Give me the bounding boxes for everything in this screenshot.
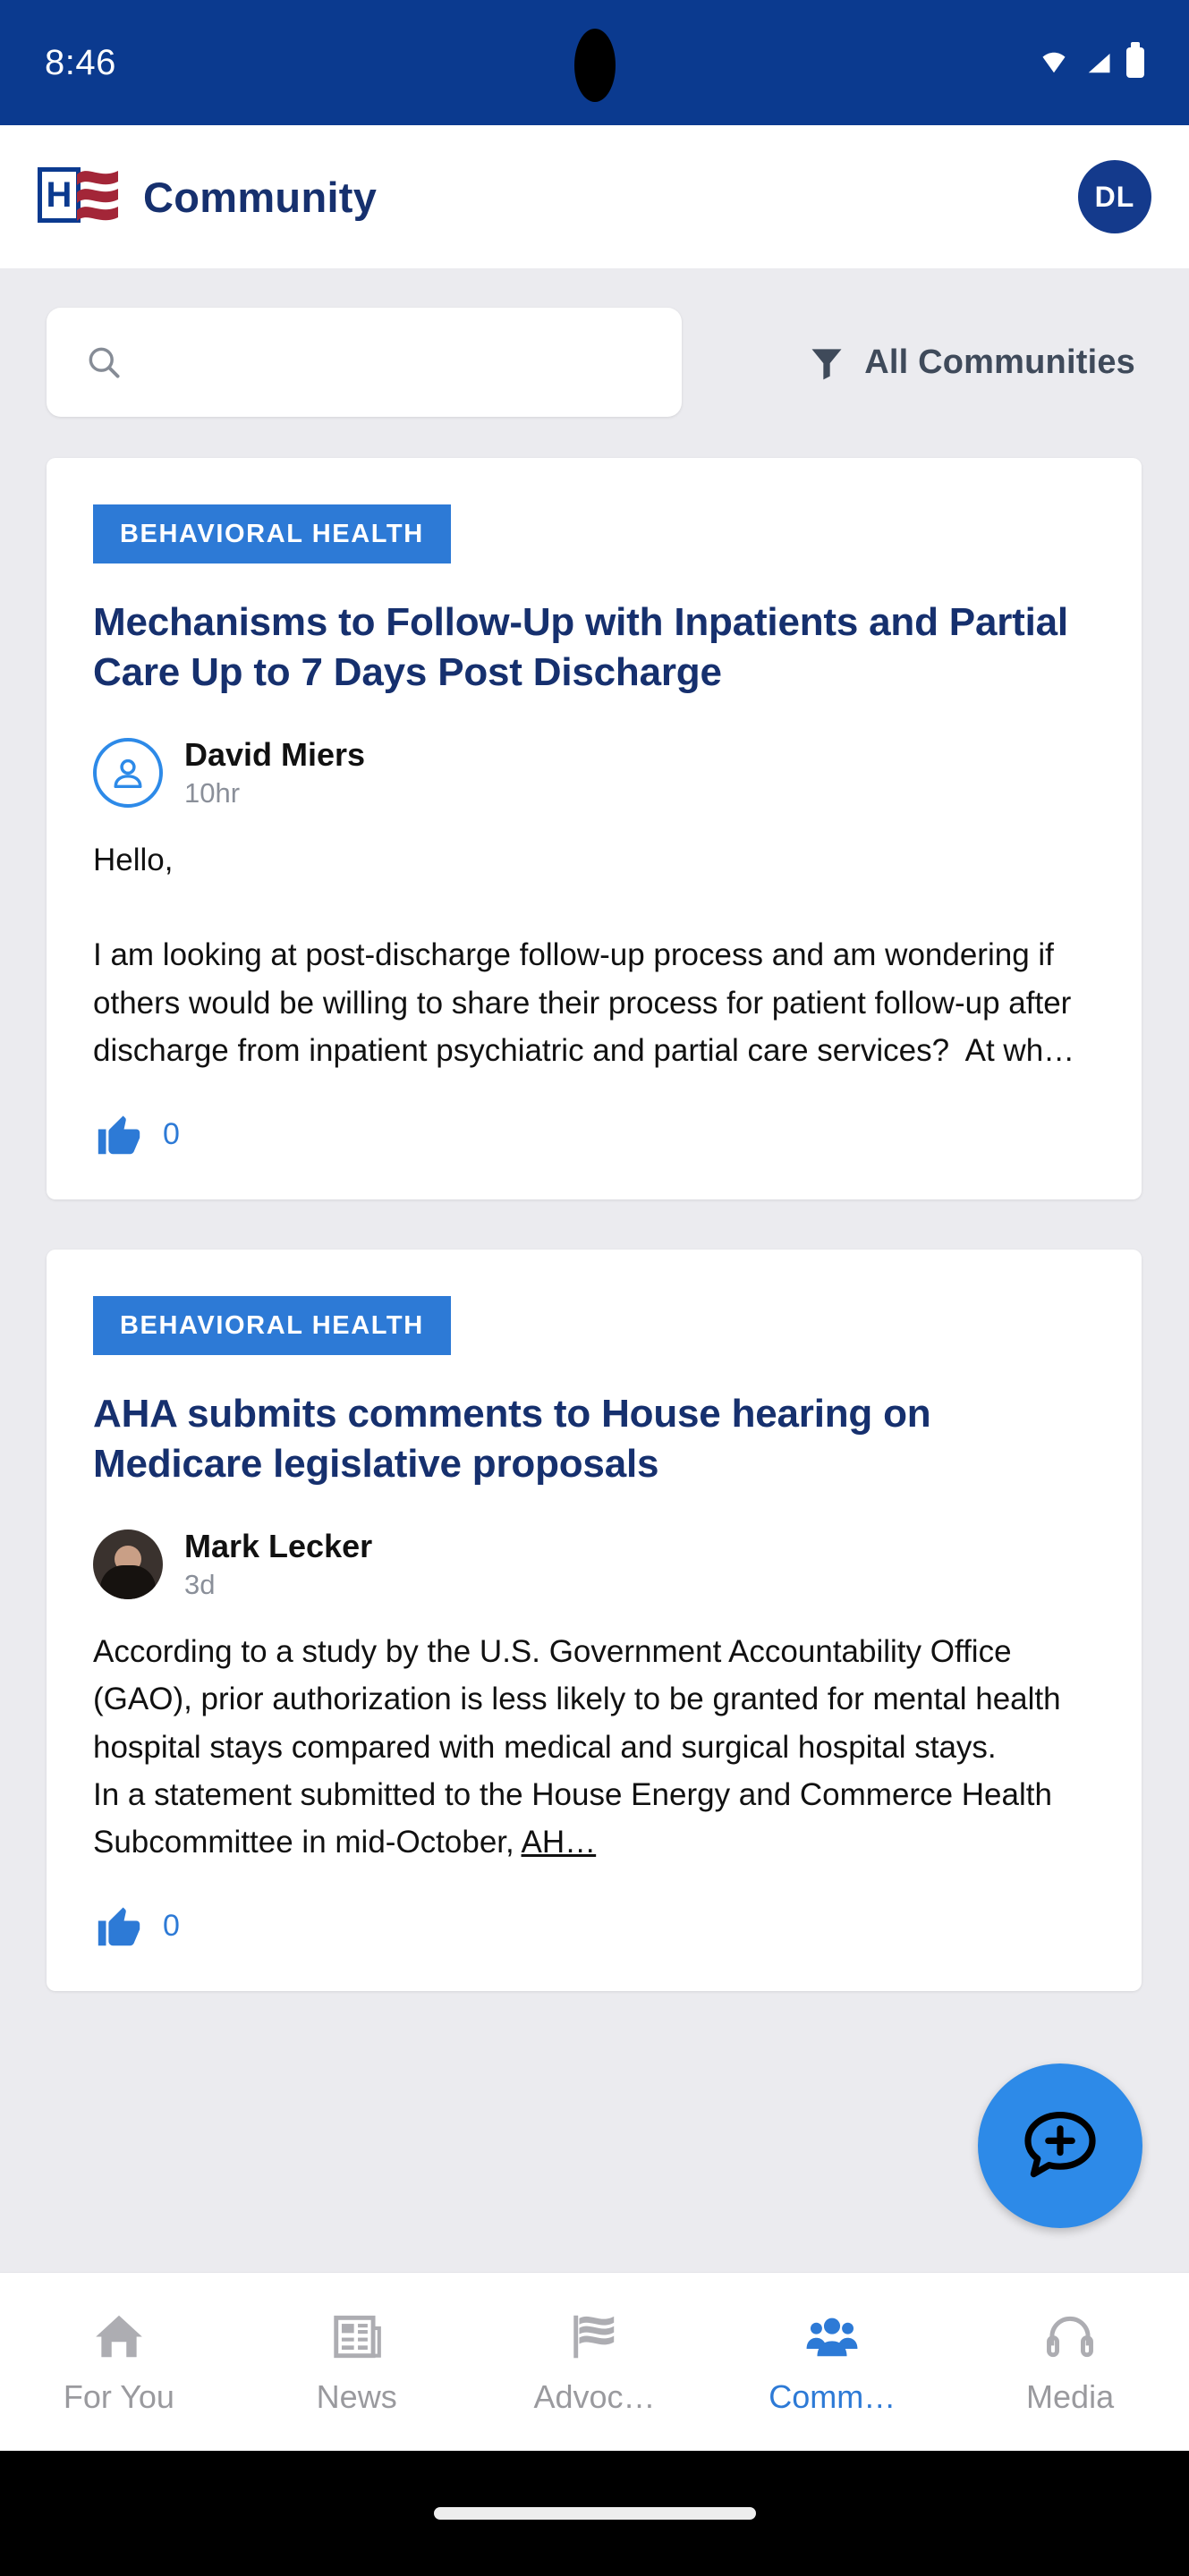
post-timestamp: 10hr bbox=[184, 777, 241, 809]
post-like-count: 0 bbox=[163, 1908, 180, 1943]
nav-item-for-you[interactable]: For You bbox=[0, 2309, 238, 2416]
app-screen: 8:46 H Community DL All Communities BEHA… bbox=[0, 0, 1189, 2576]
post-author-name: David Miers bbox=[184, 735, 366, 773]
cellular-signal-icon bbox=[1088, 54, 1110, 73]
status-bar-icons bbox=[1037, 42, 1144, 78]
post-author-row[interactable]: Mark Lecker 3d bbox=[93, 1528, 1095, 1601]
home-gesture-handle[interactable] bbox=[433, 2507, 756, 2520]
nav-item-media[interactable]: Media bbox=[951, 2309, 1189, 2416]
post-title[interactable]: AHA submits comments to House hearing on… bbox=[93, 1389, 1095, 1490]
status-bar: 8:46 bbox=[0, 0, 1189, 125]
nav-item-news[interactable]: News bbox=[238, 2309, 476, 2416]
post-title[interactable]: Mechanisms to Follow-Up with Inpatients … bbox=[93, 597, 1095, 699]
person-outline-icon bbox=[93, 737, 163, 808]
search-filter-row: All Communities bbox=[0, 286, 1189, 438]
search-input[interactable] bbox=[141, 344, 642, 380]
newspaper-icon bbox=[333, 2315, 381, 2358]
search-icon bbox=[89, 347, 120, 378]
post-timestamp: 3d bbox=[184, 1569, 216, 1601]
post-author-name: Mark Lecker bbox=[184, 1527, 373, 1564]
wifi-icon bbox=[1042, 52, 1066, 73]
post-author-meta: David Miers 10hr bbox=[184, 736, 365, 809]
post-like-row[interactable]: 0 bbox=[93, 1900, 1095, 1952]
status-bar-clock: 8:46 bbox=[45, 42, 116, 82]
thumbs-up-icon[interactable] bbox=[93, 1108, 145, 1160]
bottom-navigation-bar: For You News Advoc… Comm… Media bbox=[0, 2272, 1189, 2451]
aha-flag-logo: H bbox=[38, 162, 122, 232]
post-author-meta: Mark Lecker 3d bbox=[184, 1528, 372, 1601]
new-post-fab-button[interactable] bbox=[978, 2063, 1142, 2228]
battery-icon bbox=[1126, 42, 1144, 78]
post-card[interactable]: BEHAVIORAL HEALTH Mechanisms to Follow-U… bbox=[47, 458, 1142, 1200]
avatar[interactable]: DL bbox=[1078, 160, 1151, 233]
filter-all-communities-button[interactable]: All Communities bbox=[807, 342, 1142, 383]
logo-stripes bbox=[77, 171, 118, 221]
search-box[interactable] bbox=[47, 308, 682, 417]
app-header: H Community DL bbox=[0, 125, 1189, 268]
nav-label-for-you: For You bbox=[63, 2377, 174, 2415]
post-card[interactable]: BEHAVIORAL HEALTH AHA submits comments t… bbox=[47, 1250, 1142, 1992]
page-title: Community bbox=[143, 173, 378, 221]
people-group-icon bbox=[806, 2318, 858, 2356]
filter-label: All Communities bbox=[864, 343, 1135, 381]
flag-icon bbox=[573, 2315, 615, 2358]
nav-label-community: Comm… bbox=[769, 2377, 896, 2415]
new-message-icon bbox=[1024, 2112, 1096, 2178]
post-body-link[interactable]: AH… bbox=[522, 1825, 597, 1860]
nav-item-community[interactable]: Comm… bbox=[713, 2309, 951, 2416]
nav-label-advocacy: Advoc… bbox=[533, 2377, 656, 2415]
post-like-row[interactable]: 0 bbox=[93, 1108, 1095, 1160]
profile-photo bbox=[93, 1529, 163, 1599]
system-gesture-bar bbox=[0, 2451, 1189, 2576]
nav-label-news: News bbox=[316, 2377, 397, 2415]
post-feed[interactable]: BEHAVIORAL HEALTH Mechanisms to Follow-U… bbox=[0, 447, 1189, 2272]
post-category-badge[interactable]: BEHAVIORAL HEALTH bbox=[93, 504, 451, 564]
nav-item-advocacy[interactable]: Advoc… bbox=[476, 2309, 714, 2416]
camera-punch-hole bbox=[573, 29, 616, 102]
post-like-count: 0 bbox=[163, 1116, 180, 1151]
post-category-badge[interactable]: BEHAVIORAL HEALTH bbox=[93, 1296, 451, 1356]
home-icon bbox=[96, 2315, 142, 2357]
thumbs-up-icon[interactable] bbox=[93, 1900, 145, 1952]
post-body: According to a study by the U.S. Governm… bbox=[93, 1628, 1095, 1866]
headphones-icon bbox=[1047, 2316, 1094, 2357]
post-author-row[interactable]: David Miers 10hr bbox=[93, 736, 1095, 809]
post-body: Hello, I am looking at post-discharge fo… bbox=[93, 843, 1075, 1068]
funnel-filter-icon bbox=[811, 349, 842, 380]
nav-label-media: Media bbox=[1026, 2377, 1115, 2415]
